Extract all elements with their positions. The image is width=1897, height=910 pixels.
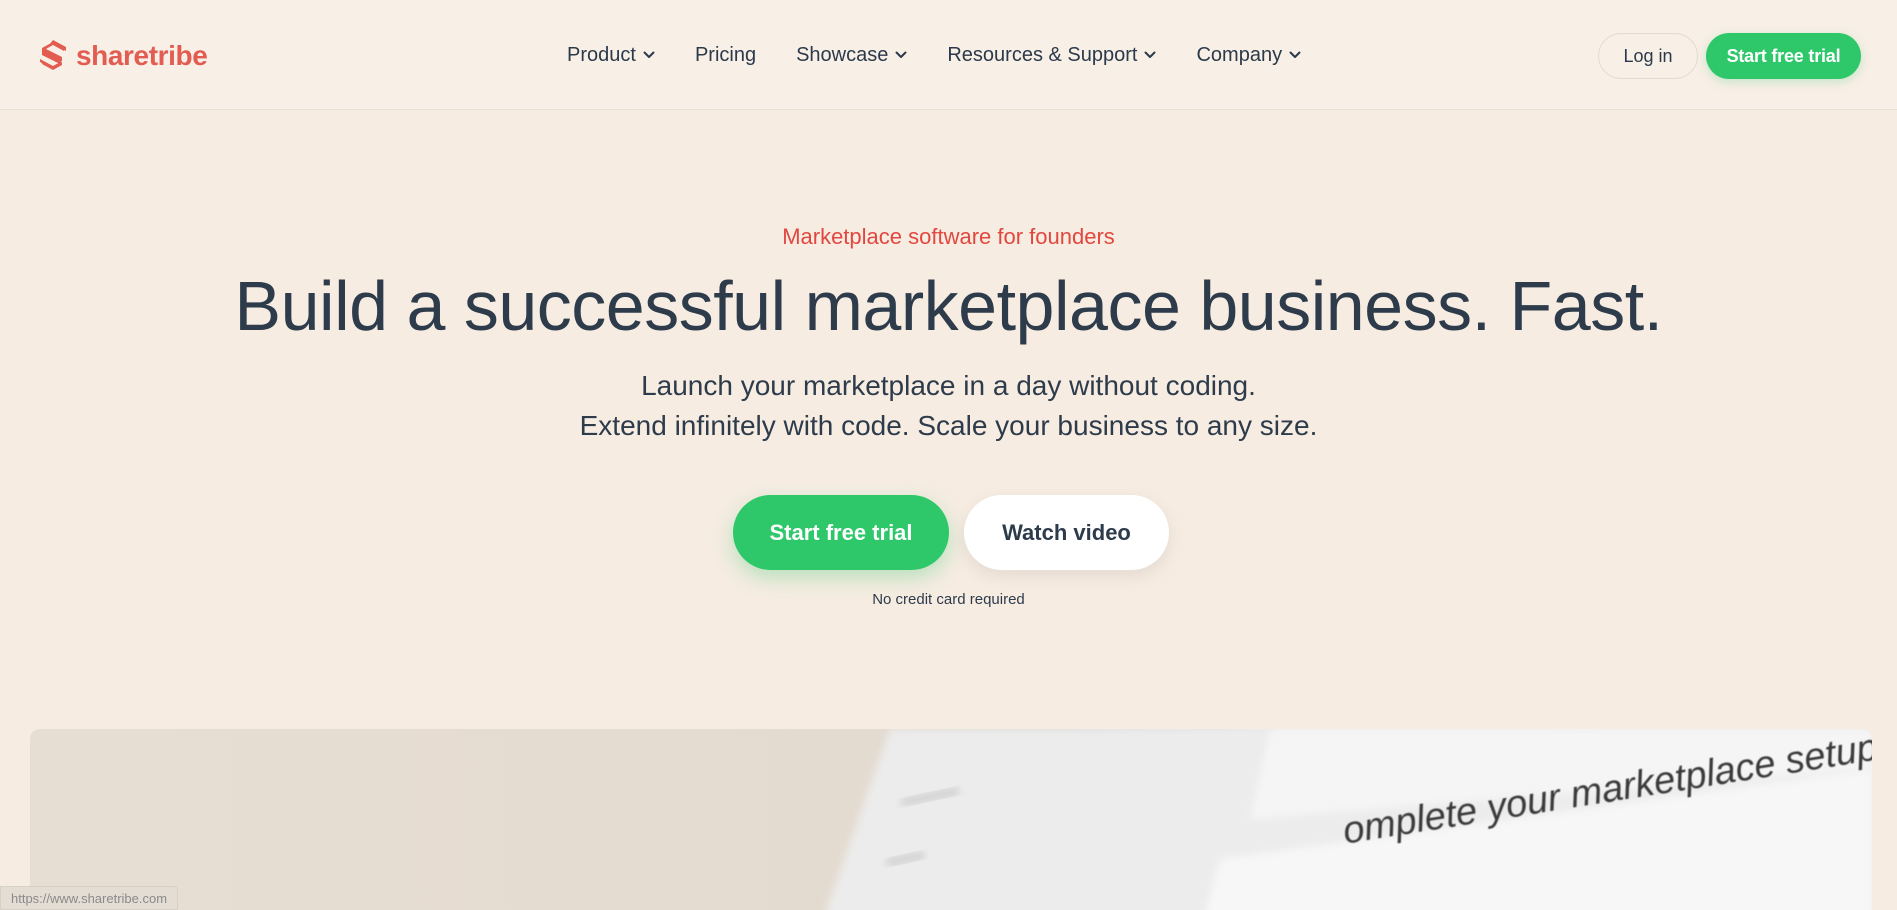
nav-item-showcase[interactable]: Showcase <box>796 44 907 67</box>
chevron-down-icon <box>1289 51 1301 58</box>
nav-item-pricing[interactable]: Pricing <box>695 44 756 67</box>
nav-item-resources-support[interactable]: Resources & Support <box>947 44 1156 67</box>
header-start-trial-button[interactable]: Start free trial <box>1706 33 1861 79</box>
hero-cta-row: Start free trial Watch video <box>733 495 1169 570</box>
logo-link[interactable]: sharetribe <box>38 38 208 74</box>
nav-item-label: Resources & Support <box>947 43 1138 66</box>
main-nav: Product Pricing Showcase Resources & Sup… <box>567 38 1301 72</box>
nav-item-product[interactable]: Product <box>567 44 655 67</box>
hero-subtitle: Launch your marketplace in a day without… <box>0 366 1897 446</box>
hero-start-trial-button[interactable]: Start free trial <box>733 495 949 570</box>
site-header: sharetribe Product Pricing Showcase Reso… <box>0 0 1897 110</box>
hero-subtitle-line: Launch your marketplace in a day without… <box>641 370 1256 401</box>
status-bar-url: https://www.sharetribe.com <box>0 886 179 910</box>
watch-video-button[interactable]: Watch video <box>964 495 1169 570</box>
login-button[interactable]: Log in <box>1598 33 1698 79</box>
sharetribe-logo-icon <box>40 40 66 70</box>
preview-background-shapes <box>826 729 1872 910</box>
nav-item-label: Product <box>567 43 636 66</box>
hero-subtitle-line: Extend infinitely with code. Scale your … <box>579 410 1318 441</box>
logo-text: sharetribe <box>76 40 208 71</box>
hero-eyebrow: Marketplace software for founders <box>782 224 1115 249</box>
nav-item-label: Company <box>1196 43 1283 66</box>
nav-item-company[interactable]: Company <box>1196 44 1301 67</box>
chevron-down-icon <box>895 51 907 58</box>
no-credit-card-note: No credit card required <box>872 591 1025 608</box>
hero-headline: Build a successful marketplace business.… <box>234 267 1663 345</box>
product-preview-image: omplete your marketplace setup <box>30 729 1872 910</box>
chevron-down-icon <box>1144 51 1156 58</box>
chevron-down-icon <box>643 51 655 58</box>
nav-item-label: Showcase <box>796 43 889 66</box>
nav-item-label: Pricing <box>694 43 757 66</box>
